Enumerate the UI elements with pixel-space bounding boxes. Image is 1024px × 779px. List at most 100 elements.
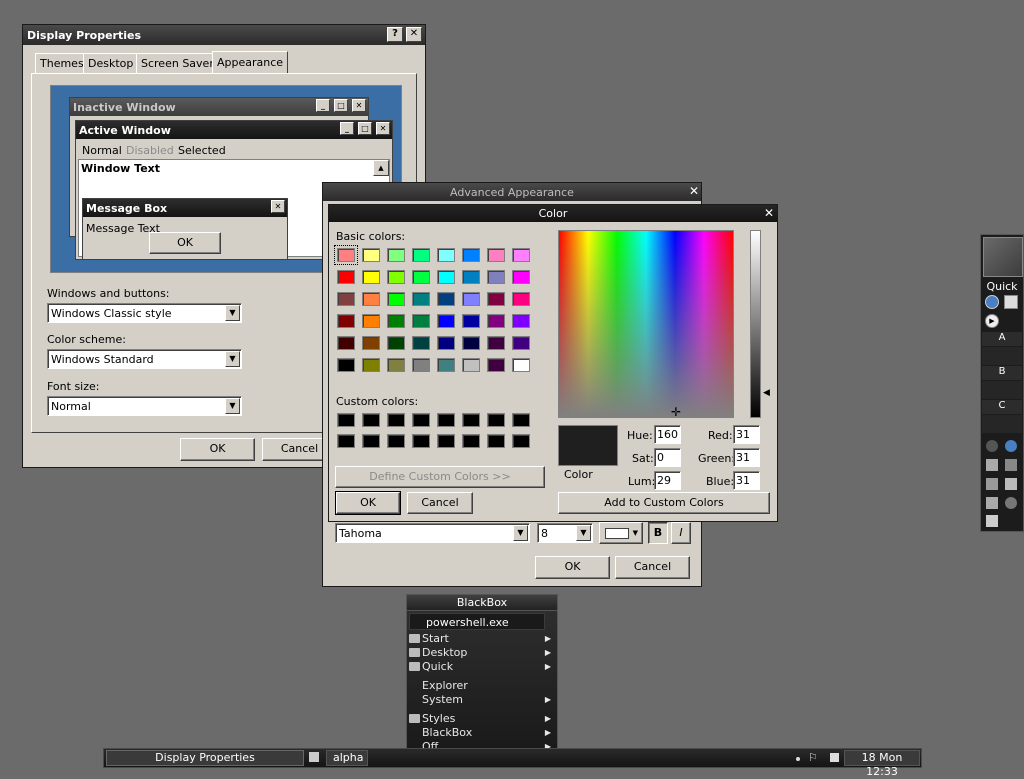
custom-color-swatch[interactable]: [487, 413, 505, 427]
internet-explorer-icon[interactable]: [1005, 440, 1017, 452]
basic-color-swatch[interactable]: [512, 292, 530, 306]
tab-desktop[interactable]: Desktop: [83, 53, 139, 73]
basic-color-swatch[interactable]: [512, 248, 530, 262]
recycle-bin-icon[interactable]: [986, 515, 998, 527]
color-scheme-select[interactable]: Windows Standard ▼: [47, 349, 242, 369]
tray-icon-8[interactable]: [1005, 497, 1017, 509]
ok-button[interactable]: OK: [335, 491, 401, 515]
basic-color-swatch[interactable]: [362, 314, 380, 328]
ok-button[interactable]: OK: [535, 556, 610, 579]
custom-color-swatch[interactable]: [412, 434, 430, 448]
basic-color-swatch[interactable]: [387, 358, 405, 372]
menu-item-desktop[interactable]: Desktop ▶: [407, 646, 557, 660]
network-icon[interactable]: ⚐: [808, 751, 820, 765]
basic-color-swatch[interactable]: [487, 336, 505, 350]
font-select[interactable]: Tahoma ▼: [335, 523, 530, 543]
sat-input[interactable]: 0: [654, 448, 681, 467]
menu-item-start[interactable]: Start ▶: [407, 632, 557, 646]
basic-color-swatch[interactable]: [387, 248, 405, 262]
close-icon[interactable]: ✕: [689, 184, 699, 198]
basic-color-swatch[interactable]: [362, 248, 380, 262]
media-player-icon[interactable]: ▶: [985, 314, 999, 328]
basic-color-swatch[interactable]: [362, 358, 380, 372]
basic-color-swatch[interactable]: [462, 270, 480, 284]
basic-color-swatch[interactable]: [412, 336, 430, 350]
basic-color-swatch[interactable]: [487, 270, 505, 284]
basic-color-swatch[interactable]: [487, 314, 505, 328]
italic-button[interactable]: I: [671, 522, 691, 544]
menu-item-explorer[interactable]: Explorer: [407, 679, 557, 693]
basic-color-swatch[interactable]: [512, 336, 530, 350]
custom-color-swatch[interactable]: [337, 434, 355, 448]
chevron-down-icon[interactable]: ▼: [225, 305, 240, 321]
basic-color-swatch[interactable]: [487, 292, 505, 306]
workspace-b[interactable]: B: [982, 366, 1022, 380]
basic-color-swatch[interactable]: [387, 336, 405, 350]
basic-color-swatch[interactable]: [337, 292, 355, 306]
basic-color-swatch[interactable]: [412, 248, 430, 262]
custom-color-swatch[interactable]: [362, 434, 380, 448]
basic-color-swatch[interactable]: [487, 358, 505, 372]
tray-dot-icon[interactable]: [796, 757, 800, 761]
basic-color-swatch[interactable]: [437, 314, 455, 328]
basic-color-swatch[interactable]: [462, 358, 480, 372]
basic-color-swatch[interactable]: [362, 270, 380, 284]
basic-color-swatch[interactable]: [337, 336, 355, 350]
blue-input[interactable]: 31: [733, 471, 760, 490]
basic-color-swatch[interactable]: [412, 358, 430, 372]
chevron-down-icon[interactable]: ▼: [225, 351, 240, 367]
tab-appearance[interactable]: Appearance: [212, 51, 289, 73]
task-display-properties[interactable]: Display Properties: [106, 750, 304, 766]
internet-explorer-icon[interactable]: [985, 295, 999, 309]
basic-color-swatch[interactable]: [334, 245, 358, 265]
basic-color-swatch[interactable]: [487, 248, 505, 262]
tray-icon-1[interactable]: [986, 440, 998, 452]
size-select[interactable]: 8 ▼: [537, 523, 593, 543]
basic-color-swatch[interactable]: [437, 336, 455, 350]
cancel-button[interactable]: Cancel: [615, 556, 690, 579]
basic-color-swatch[interactable]: [512, 270, 530, 284]
custom-color-swatch[interactable]: [462, 413, 480, 427]
menu-item-blackbox[interactable]: BlackBox ▶: [407, 726, 557, 740]
tab-themes[interactable]: Themes: [35, 53, 89, 73]
windows-icon[interactable]: [830, 753, 839, 762]
basic-color-swatch[interactable]: [437, 358, 455, 372]
menu-item-quick[interactable]: Quick ▶: [407, 660, 557, 674]
basic-color-swatch[interactable]: [412, 292, 430, 306]
custom-color-swatch[interactable]: [387, 413, 405, 427]
hue-input[interactable]: 160: [654, 425, 681, 444]
wallpaper-thumbnail[interactable]: [983, 237, 1023, 277]
basic-color-swatch[interactable]: [337, 314, 355, 328]
bold-button[interactable]: B: [648, 522, 668, 544]
basic-color-swatch[interactable]: [437, 248, 455, 262]
custom-color-swatch[interactable]: [412, 413, 430, 427]
display-properties-titlebar[interactable]: Display Properties: [23, 25, 425, 45]
basic-color-swatch[interactable]: [462, 248, 480, 262]
custom-color-swatch[interactable]: [387, 434, 405, 448]
command-entry[interactable]: powershell.exe: [409, 613, 545, 630]
green-input[interactable]: 31: [733, 448, 760, 467]
workspace-c[interactable]: C: [982, 400, 1022, 414]
basic-color-swatch[interactable]: [412, 314, 430, 328]
basic-color-swatch[interactable]: [512, 314, 530, 328]
workspace-a[interactable]: A: [982, 332, 1022, 346]
custom-color-swatch[interactable]: [512, 434, 530, 448]
basic-color-swatch[interactable]: [437, 292, 455, 306]
menu-item-system[interactable]: System ▶: [407, 693, 557, 707]
red-input[interactable]: 31: [733, 425, 760, 444]
chevron-down-icon[interactable]: ▼: [513, 525, 528, 541]
luminance-slider[interactable]: [750, 230, 761, 418]
basic-color-swatch[interactable]: [387, 314, 405, 328]
basic-color-swatch[interactable]: [462, 336, 480, 350]
basic-color-swatch[interactable]: [412, 270, 430, 284]
workspace-b-slot[interactable]: [982, 381, 1022, 399]
tray-icon-5[interactable]: [986, 478, 998, 490]
basic-color-swatch[interactable]: [462, 314, 480, 328]
workspace-a-slot[interactable]: [982, 347, 1022, 365]
lum-input[interactable]: 29: [654, 471, 681, 490]
basic-color-swatch[interactable]: [387, 270, 405, 284]
basic-color-swatch[interactable]: [362, 336, 380, 350]
basic-color-swatch[interactable]: [462, 292, 480, 306]
font-color-button[interactable]: ▼: [599, 522, 643, 544]
font-size-select[interactable]: Normal ▼: [47, 396, 242, 416]
